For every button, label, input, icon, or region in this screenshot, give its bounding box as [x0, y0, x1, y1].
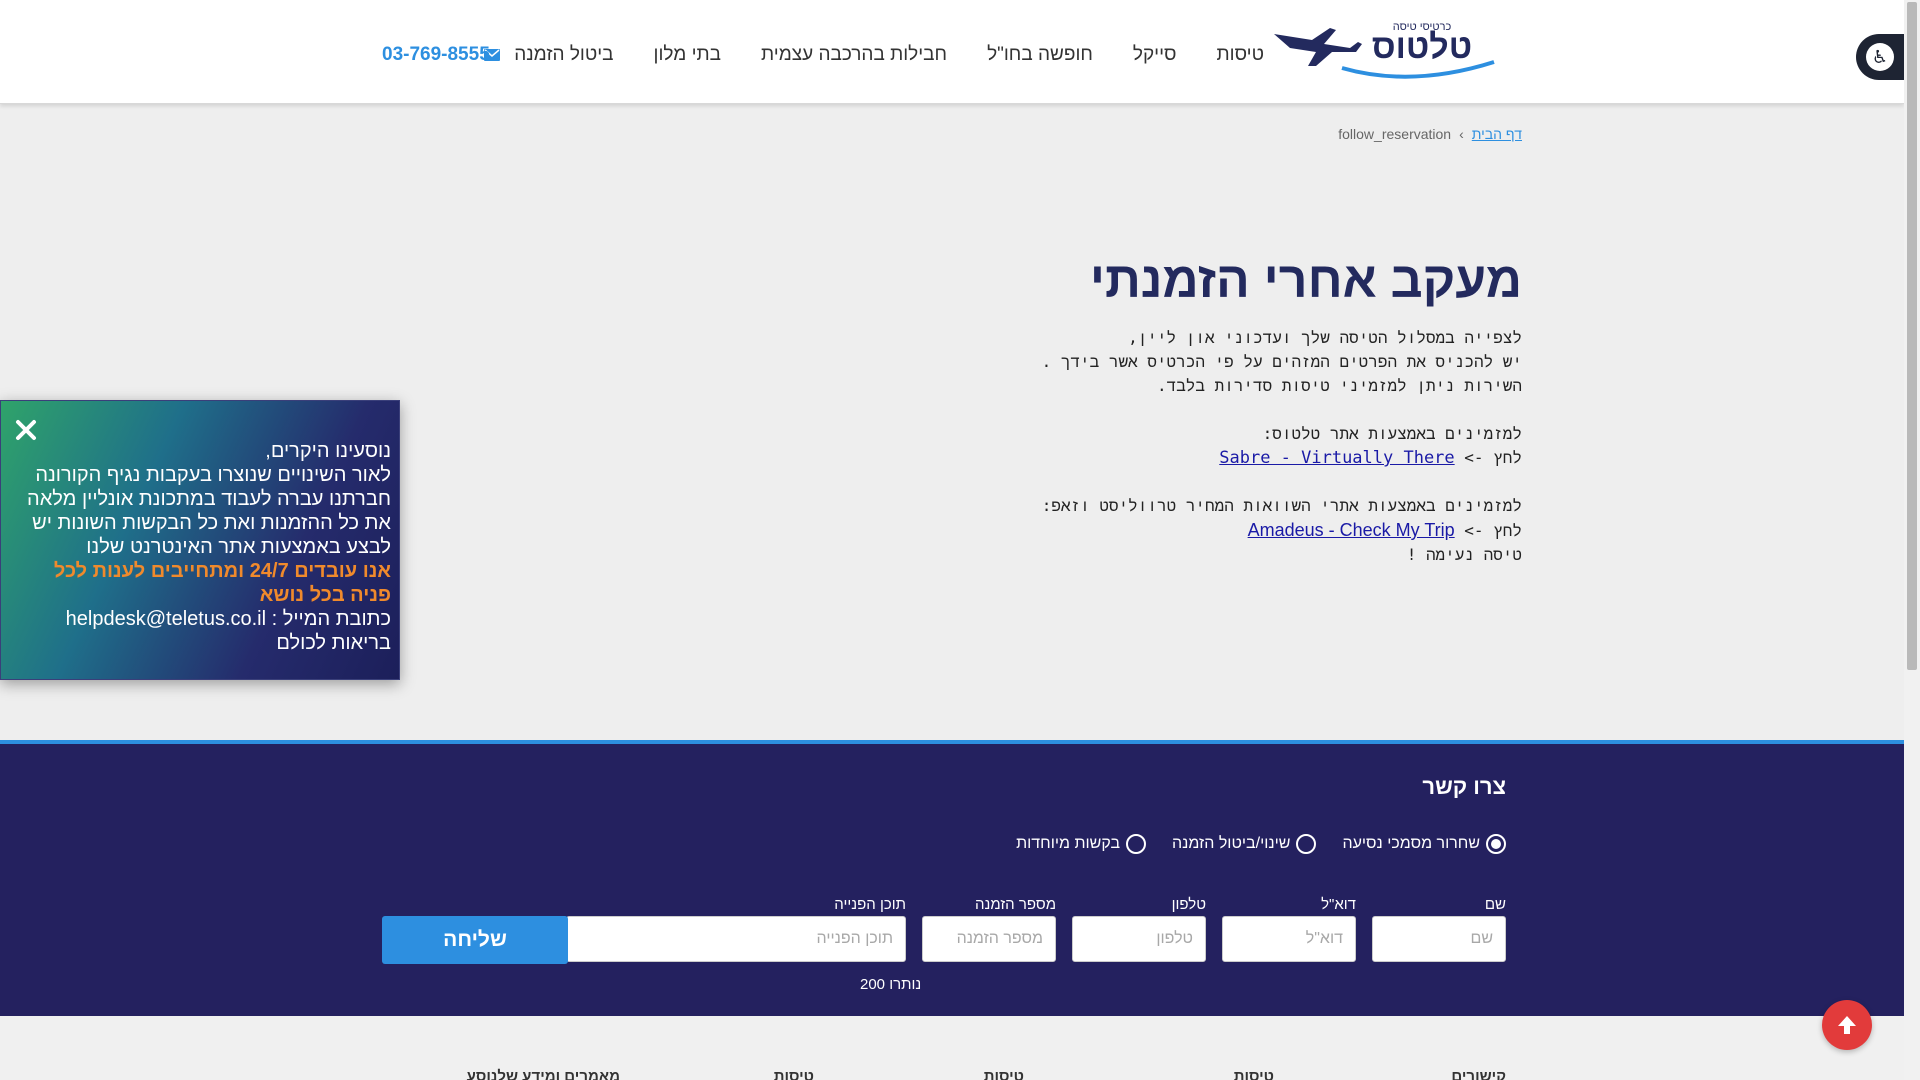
- phone-number-link[interactable]: 03-769-8555: [382, 44, 490, 66]
- request-type-radios: שחרור מסמכי נסיעה שינוי/ביטול הזמנה בקשו…: [1016, 834, 1506, 854]
- section-teletus-label: למזמינים באמצעות אתר טלטוס:: [1262, 424, 1522, 443]
- name-field[interactable]: [1372, 916, 1506, 962]
- logo-text: טלטוס: [1372, 28, 1472, 66]
- amadeus-row: לחץ -> Amadeus - Check My Trip: [922, 518, 1522, 543]
- nav-item-self-packages[interactable]: חבילות בהרכבה עצמית: [761, 44, 947, 66]
- radio-unchecked-icon[interactable]: [1126, 834, 1147, 854]
- click-prefix: לחץ ->: [1464, 521, 1522, 540]
- back-to-top-button[interactable]: [1822, 1000, 1872, 1050]
- phone-field[interactable]: [1072, 916, 1206, 962]
- click-prefix: לחץ ->: [1464, 448, 1522, 467]
- amadeus-link[interactable]: Amadeus - Check My Trip: [1248, 520, 1455, 540]
- footer-col-heading: קישורים: [1451, 1068, 1506, 1080]
- email-field[interactable]: [1222, 916, 1356, 962]
- sabre-link[interactable]: Sabre - Virtually There: [1219, 448, 1454, 468]
- intro-line-1: לצפייה במסלול הטיסה שלך ועדכוני און ליין…: [1128, 328, 1522, 347]
- covid-notice-popup: נוסעינו היקרים, לאור השינויים שנוצרו בעק…: [0, 400, 400, 680]
- content-field[interactable]: [566, 916, 906, 962]
- popup-message: נוסעינו היקרים, לאור השינויים שנוצרו בעק…: [21, 439, 391, 655]
- close-icon[interactable]: [15, 419, 37, 441]
- main-nav: טיסות סייקל חופשה בחו"ל חבילות בהרכבה עצ…: [484, 44, 1264, 66]
- closing-text: טיסה נעימה !: [1406, 545, 1522, 564]
- content-label: תוכן הפנייה: [834, 896, 906, 913]
- contact-section: צרו קשר שחרור מסמכי נסיעה שינוי/ביטול הז…: [0, 740, 1904, 1016]
- breadcrumb: דף הבית ‹ follow_reservation: [1338, 126, 1522, 142]
- send-button[interactable]: שליחה: [382, 916, 568, 964]
- airplane-logo-icon: טלטוס כרטיסי טיסה: [1274, 21, 1495, 79]
- site-logo[interactable]: טלטוס כרטיסי טיסה: [1272, 18, 1500, 82]
- nav-item-flights[interactable]: טיסות: [1217, 44, 1264, 66]
- section-comparison-label: למזמינים באמצעות אתרי השוואות המחיר טרוו…: [1041, 496, 1522, 515]
- radio-label: שחרור מסמכי נסיעה: [1342, 835, 1480, 852]
- email-label: דוא"ל: [1321, 896, 1356, 913]
- popup-highlight: אנו עובדים 24/7 ומתחייבים לענות לכל: [53, 560, 391, 582]
- popup-closing: בריאות לכולם: [276, 632, 391, 654]
- phone-label: טלפון: [1171, 896, 1206, 913]
- breadcrumb-home-link[interactable]: דף הבית: [1472, 126, 1522, 142]
- main-content: מעקב אחרי הזמנתי לצפייה במסלול הטיסה שלך…: [922, 250, 1522, 567]
- arrow-up-icon: [1838, 1016, 1856, 1034]
- footer-col-heading: מאמרים ומידע שלנוסע: [466, 1068, 620, 1080]
- popup-line: נוסעינו היקרים,: [265, 440, 391, 462]
- intro-line-3: השירות ניתן למזמיני טיסות סדירות בלבד.: [1156, 376, 1522, 395]
- logo-tagline: כרטיסי טיסה: [1393, 21, 1452, 33]
- scrollbar-thumb[interactable]: [1907, 2, 1917, 670]
- radio-label: שינוי/ביטול הזמנה: [1172, 835, 1291, 852]
- nav-item-vacation-abroad[interactable]: חופשה בחו"ל: [987, 44, 1093, 66]
- name-label: שם: [1484, 896, 1506, 913]
- popup-line: לבצע באמצעות אתר האינטרנט שלנו: [86, 536, 391, 558]
- radio-release-docs[interactable]: שחרור מסמכי נסיעה: [1342, 834, 1506, 854]
- radio-special-requests[interactable]: בקשות מיוחדות: [1016, 834, 1147, 854]
- nav-item-cancel-order[interactable]: ביטול הזמנה: [484, 44, 614, 66]
- popup-highlight: פניה בכל נושא: [259, 584, 391, 606]
- popup-line: לאור השינויים שנוצרו בעקבות נגיף הקורונה: [35, 464, 391, 486]
- page-scrollbar[interactable]: [1904, 0, 1920, 1080]
- radio-checked-icon[interactable]: [1486, 834, 1506, 854]
- remaining-chars: נותרו 200: [860, 976, 922, 993]
- popup-line: את כל ההזמנות ואת כל הבקשות השונות יש: [32, 512, 391, 534]
- popup-line: חברתנו עברה לעבוד במתכונת אונליין מלאה: [27, 488, 391, 510]
- accessibility-icon: ♿: [1866, 43, 1894, 71]
- cancel-order-link[interactable]: ביטול הזמנה: [514, 44, 613, 66]
- breadcrumb-current: follow_reservation: [1338, 126, 1452, 142]
- radio-label: בקשות מיוחדות: [1016, 835, 1121, 852]
- footer: קישורים טיסות טיסות טיסות מאמרים ומידע ש…: [0, 1016, 1904, 1080]
- footer-col-heading: טיסות: [983, 1068, 1024, 1080]
- breadcrumb-separator-icon: ‹: [1459, 126, 1464, 142]
- nav-item-hotels[interactable]: בתי מלון: [654, 44, 722, 66]
- site-header: טלטוס כרטיסי טיסה טיסות סייקל חופשה בחו"…: [0, 0, 1904, 104]
- footer-col-heading: טיסות: [773, 1068, 814, 1080]
- order-number-label: מספר הזמנה: [974, 896, 1056, 913]
- order-number-field[interactable]: [922, 916, 1056, 962]
- contact-title: צרו קשר: [1422, 774, 1506, 799]
- sabre-row: לחץ -> Sabre - Virtually There: [922, 446, 1522, 470]
- page-title: מעקב אחרי הזמנתי: [1089, 252, 1522, 308]
- popup-email-line: כתובת המייל : helpdesk@teletus.co.il: [65, 608, 391, 630]
- accessibility-button[interactable]: ♿: [1856, 34, 1904, 80]
- radio-unchecked-icon[interactable]: [1296, 834, 1317, 854]
- footer-col-heading: טיסות: [1233, 1068, 1274, 1080]
- intro-line-2: יש להכניס את הפרטים המזהים על פי הכרטיס …: [1041, 352, 1522, 371]
- radio-change-cancel[interactable]: שינוי/ביטול הזמנה: [1172, 834, 1317, 854]
- nav-item-cycle[interactable]: סייקל: [1133, 44, 1177, 66]
